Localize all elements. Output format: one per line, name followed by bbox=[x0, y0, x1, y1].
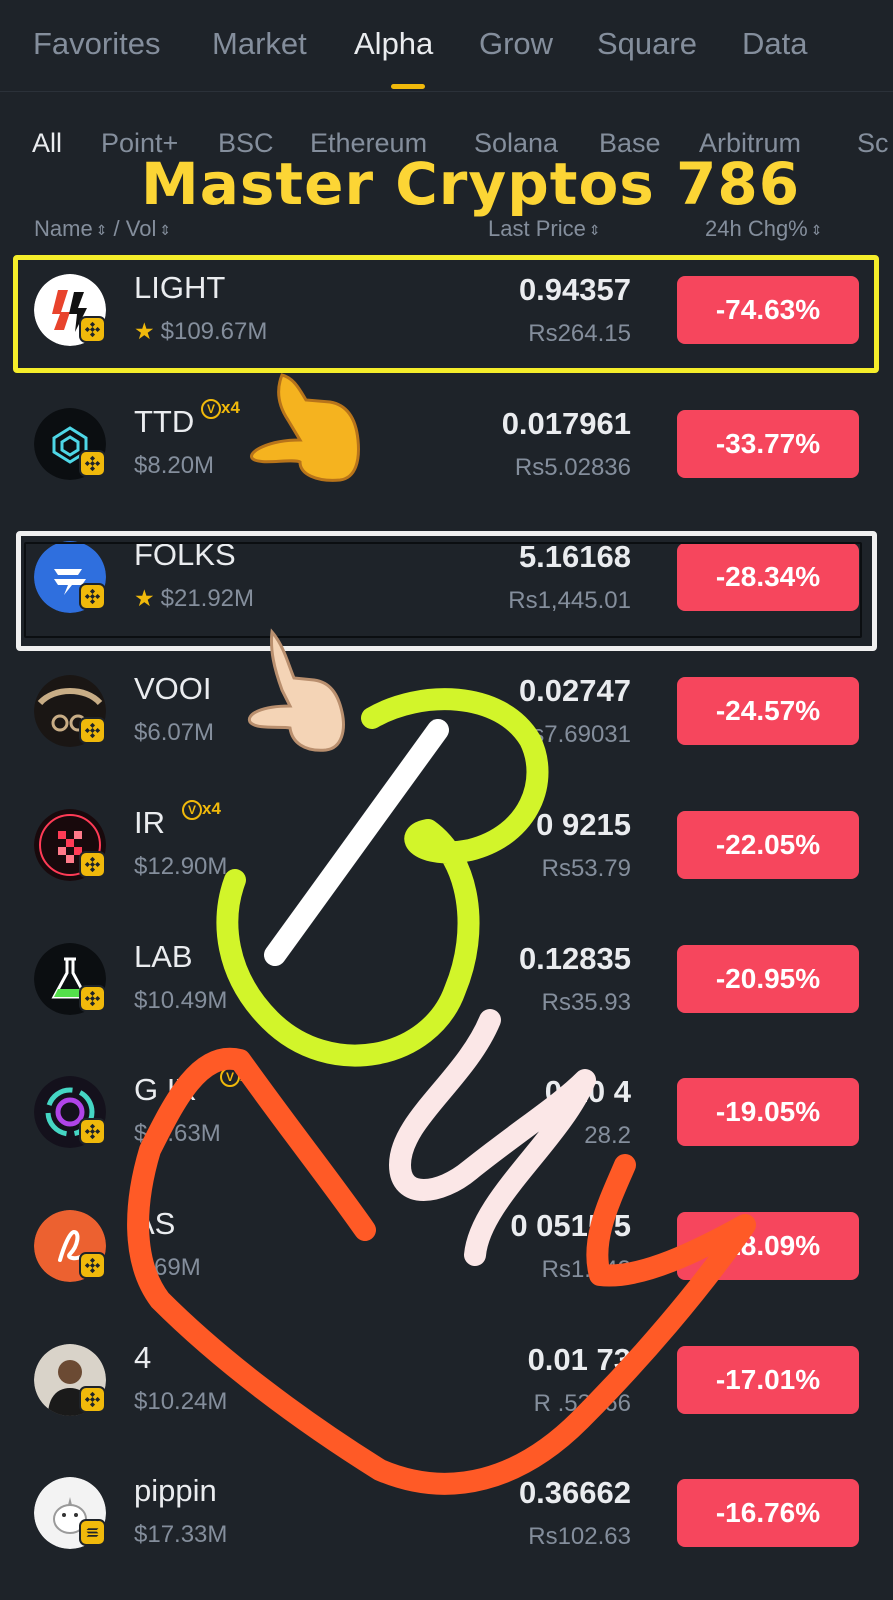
last-price: 0 0515 5 bbox=[510, 1208, 631, 1243]
bnb-icon bbox=[79, 851, 106, 878]
volume-value: $6.07M bbox=[134, 719, 215, 746]
coin-volume: $8.20M bbox=[134, 452, 214, 480]
tab-alpha[interactable]: Alpha bbox=[354, 26, 433, 62]
coin-row[interactable]: 4 $10.24M 0.01 73 R .53566 -17.01% bbox=[0, 1322, 893, 1458]
sort-icon[interactable]: ⇕ bbox=[589, 222, 601, 238]
sort-icon[interactable]: ⇕ bbox=[159, 222, 171, 238]
multiplier-badge: Vx4 bbox=[220, 1066, 259, 1087]
change-badge[interactable]: -24.57% bbox=[677, 677, 859, 745]
bnb-icon bbox=[79, 1386, 106, 1413]
volume-value: $8.20M bbox=[134, 452, 215, 479]
verified-icon: V bbox=[182, 800, 202, 820]
multiplier-badge: Vx4 bbox=[182, 799, 221, 820]
column-header-last-price[interactable]: Last Price ⇕ bbox=[488, 216, 601, 242]
fiat-price: 28.2 bbox=[584, 1122, 631, 1149]
last-price: 0.01 73 bbox=[527, 1342, 631, 1377]
coin-symbol: AS bbox=[134, 1206, 176, 1241]
fiat-price: Rs102.63 bbox=[528, 1523, 631, 1550]
column-header-name-vol[interactable]: Name ⇕ / Vol ⇕ bbox=[34, 216, 171, 242]
bnb-icon bbox=[79, 985, 106, 1012]
coin-symbol: pippin bbox=[134, 1473, 217, 1508]
column-vol-label: Vol bbox=[125, 216, 157, 241]
multiplier-label: x4 bbox=[240, 1066, 259, 1085]
column-sep-label: / bbox=[107, 216, 126, 241]
change-badge[interactable]: -16.76% bbox=[677, 1479, 859, 1547]
solana-icon bbox=[79, 1519, 106, 1546]
coin-symbol: G IX bbox=[134, 1072, 197, 1107]
volume-value: $10.24M bbox=[134, 1388, 228, 1415]
tab-market[interactable]: Market bbox=[212, 26, 307, 62]
chain-filter-all[interactable]: All bbox=[32, 128, 62, 159]
bnb-icon bbox=[79, 1252, 106, 1279]
coin-row[interactable]: LAB $10.49M 0.12835 Rs35.93 -20.95% bbox=[0, 921, 893, 1057]
coin-row[interactable]: IR Vx4 $12.90M 0 9215 Rs53.79 -22.05% bbox=[0, 787, 893, 923]
chain-filter-more[interactable]: Sc bbox=[857, 128, 889, 159]
fiat-price: Rs5.02836 bbox=[514, 454, 631, 481]
coin-row[interactable]: pippin $17.33M 0.36662 Rs102.63 -16.76% bbox=[0, 1455, 893, 1591]
highlight-box-yellow bbox=[13, 255, 879, 373]
volume-value: $ 69M bbox=[134, 1254, 201, 1281]
change-badge[interactable]: -18.09% bbox=[677, 1212, 859, 1280]
coin-volume: $10.49M bbox=[134, 987, 227, 1015]
coin-row[interactable]: AS $ 69M 0 0515 5 Rs1.442 -18.09% bbox=[0, 1188, 893, 1324]
verified-icon: V bbox=[220, 1067, 240, 1087]
coin-symbol: TTD bbox=[134, 404, 195, 439]
volume-value: $ 5.63M bbox=[134, 1120, 221, 1147]
last-price: 0.02747 bbox=[518, 673, 631, 708]
tab-grow[interactable]: Grow bbox=[479, 26, 553, 62]
tab-data[interactable]: Data bbox=[742, 26, 807, 62]
column-header-change[interactable]: 24h Chg% ⇕ bbox=[705, 216, 822, 242]
coin-symbol: IR bbox=[134, 805, 165, 840]
verified-icon: V bbox=[201, 399, 221, 419]
last-price: 0.12835 bbox=[518, 941, 631, 976]
column-name-label: Name bbox=[34, 216, 93, 241]
column-price-label: Last Price bbox=[488, 216, 586, 241]
multiplier-label: x4 bbox=[221, 398, 240, 417]
change-badge[interactable]: -19.05% bbox=[677, 1078, 859, 1146]
bnb-icon bbox=[79, 717, 106, 744]
coin-volume: $ 5.63M bbox=[134, 1120, 221, 1148]
coin-symbol: VOOI bbox=[134, 671, 212, 706]
change-badge[interactable]: -20.95% bbox=[677, 945, 859, 1013]
column-change-label: 24h Chg% bbox=[705, 216, 808, 241]
bnb-icon bbox=[79, 450, 106, 477]
sort-icon[interactable]: ⇕ bbox=[811, 222, 823, 238]
coin-symbol: 4 bbox=[134, 1340, 152, 1375]
tab-favorites[interactable]: Favorites bbox=[33, 26, 160, 62]
multiplier-label: x4 bbox=[202, 799, 221, 818]
fiat-price: s7.69031 bbox=[532, 721, 631, 748]
sort-icon[interactable]: ⇕ bbox=[96, 222, 108, 238]
coin-volume: $6.07M bbox=[134, 719, 214, 747]
last-price: 0.10 4 bbox=[544, 1074, 631, 1109]
bnb-icon bbox=[79, 1118, 106, 1145]
coin-volume: $12.90M bbox=[134, 853, 227, 881]
change-badge[interactable]: -17.01% bbox=[677, 1346, 859, 1414]
highlight-inner-frame bbox=[24, 542, 862, 638]
change-badge[interactable]: -22.05% bbox=[677, 811, 859, 879]
coin-row[interactable]: VOOI $6.07M 0.02747 s7.69031 -24.57% bbox=[0, 653, 893, 789]
watermark-text: Master Cryptos 786 bbox=[141, 150, 801, 218]
volume-value: $10.49M bbox=[134, 987, 228, 1014]
fiat-price: Rs1.442 bbox=[541, 1256, 631, 1283]
coin-volume: $10.24M bbox=[134, 1388, 227, 1416]
volume-value: $17.33M bbox=[134, 1521, 228, 1548]
active-tab-indicator bbox=[391, 84, 425, 89]
top-tab-bar: Favorites Market Alpha Grow Square Data bbox=[0, 0, 893, 92]
coin-row[interactable]: G IX Vx4 $ 5.63M 0.10 4 28.2 -19.05% bbox=[0, 1054, 893, 1190]
change-badge[interactable]: -33.77% bbox=[677, 410, 859, 478]
volume-value: $12.90M bbox=[134, 853, 228, 880]
coin-symbol: LAB bbox=[134, 939, 193, 974]
fiat-price: Rs35.93 bbox=[541, 989, 631, 1016]
multiplier-badge: Vx4 bbox=[201, 398, 240, 419]
last-price: 0 9215 bbox=[536, 807, 631, 842]
last-price: 0.017961 bbox=[501, 406, 631, 441]
coin-row[interactable]: TTD Vx4 $8.20M 0.017961 Rs5.02836 -33.77% bbox=[0, 386, 893, 522]
last-price: 0.36662 bbox=[518, 1475, 631, 1510]
coin-volume: $ 69M bbox=[134, 1254, 201, 1282]
tab-square[interactable]: Square bbox=[597, 26, 697, 62]
fiat-price: R .53566 bbox=[533, 1390, 631, 1417]
coin-volume: $17.33M bbox=[134, 1521, 227, 1549]
fiat-price: Rs53.79 bbox=[541, 855, 631, 882]
